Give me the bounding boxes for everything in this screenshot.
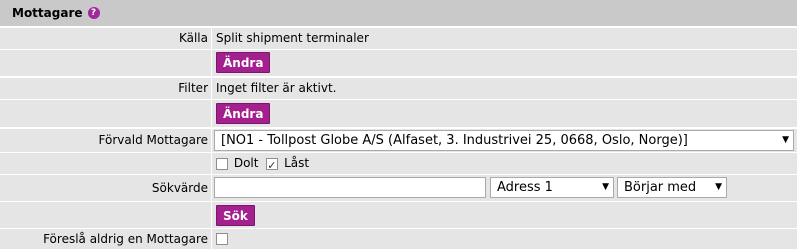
- never-suggest-row: Föreslå aldrig en Mottagare: [0, 229, 797, 250]
- search-button[interactable]: Sök: [216, 205, 255, 226]
- panel-header: Mottagare: [0, 0, 797, 27]
- never-suggest-cell: [212, 229, 797, 250]
- source-row: Källa Split shipment terminaler: [0, 28, 797, 50]
- help-icon[interactable]: [87, 6, 100, 20]
- chevron-down-icon: ▼: [602, 182, 609, 192]
- locked-label: Låst: [284, 156, 310, 170]
- filter-label: Filter: [0, 78, 211, 100]
- source-change-label-cell: [0, 50, 211, 77]
- hidden-checkbox[interactable]: [216, 157, 228, 170]
- source-change-row: Ändra: [0, 50, 797, 77]
- locked-checkbox[interactable]: [266, 156, 279, 176]
- search-button-row: Sök: [0, 202, 797, 229]
- chevron-down-icon: ▼: [715, 182, 722, 192]
- hidden-label: Dolt: [233, 156, 259, 170]
- never-suggest-label: Föreslå aldrig en Mottagare: [0, 229, 211, 250]
- filter-value: Inget filter är aktivt.: [212, 78, 797, 100]
- never-suggest-checkbox[interactable]: [216, 232, 228, 245]
- recipient-panel: Mottagare Källa Split shipment terminale…: [0, 0, 797, 250]
- search-label: Sökvärde: [0, 175, 211, 202]
- visibility-cell: Dolt Låst: [212, 153, 797, 176]
- default-recipient-selected: [NO1 - Tollpost Globe A/S (Alfaset, 3. I…: [221, 133, 688, 148]
- panel-title: Mottagare: [12, 6, 83, 20]
- search-match-selected: Börjar med: [624, 180, 697, 195]
- chevron-down-icon: ▼: [782, 135, 789, 145]
- visibility-label-cell: [0, 153, 211, 175]
- source-change-cell: Ändra: [212, 50, 797, 77]
- default-recipient-row: Förvald Mottagare [NO1 - Tollpost Globe …: [0, 129, 797, 153]
- search-button-label-cell: [0, 202, 211, 229]
- filter-row: Filter Inget filter är aktivt.: [0, 78, 797, 100]
- search-row: Sökvärde Adress 1 ▼ Börjar med ▼: [0, 175, 797, 202]
- source-label: Källa: [0, 28, 211, 50]
- search-field-selected: Adress 1: [497, 180, 553, 195]
- filter-change-label-cell: [0, 100, 211, 128]
- visibility-row: Dolt Låst: [0, 153, 797, 176]
- search-cell: Adress 1 ▼ Börjar med ▼: [212, 175, 797, 202]
- search-input[interactable]: [214, 177, 486, 198]
- filter-change-button[interactable]: Ändra: [216, 103, 271, 124]
- search-match-select[interactable]: Börjar med ▼: [617, 177, 727, 198]
- filter-change-row: Ändra: [0, 100, 797, 128]
- source-change-button[interactable]: Ändra: [216, 52, 271, 73]
- search-field-select[interactable]: Adress 1 ▼: [490, 177, 614, 198]
- default-recipient-cell: [NO1 - Tollpost Globe A/S (Alfaset, 3. I…: [212, 129, 797, 153]
- default-recipient-label: Förvald Mottagare: [0, 129, 211, 153]
- search-button-cell: Sök: [212, 202, 797, 229]
- filter-change-cell: Ändra: [212, 100, 797, 128]
- default-recipient-select[interactable]: [NO1 - Tollpost Globe A/S (Alfaset, 3. I…: [214, 130, 794, 151]
- source-value: Split shipment terminaler: [212, 28, 797, 50]
